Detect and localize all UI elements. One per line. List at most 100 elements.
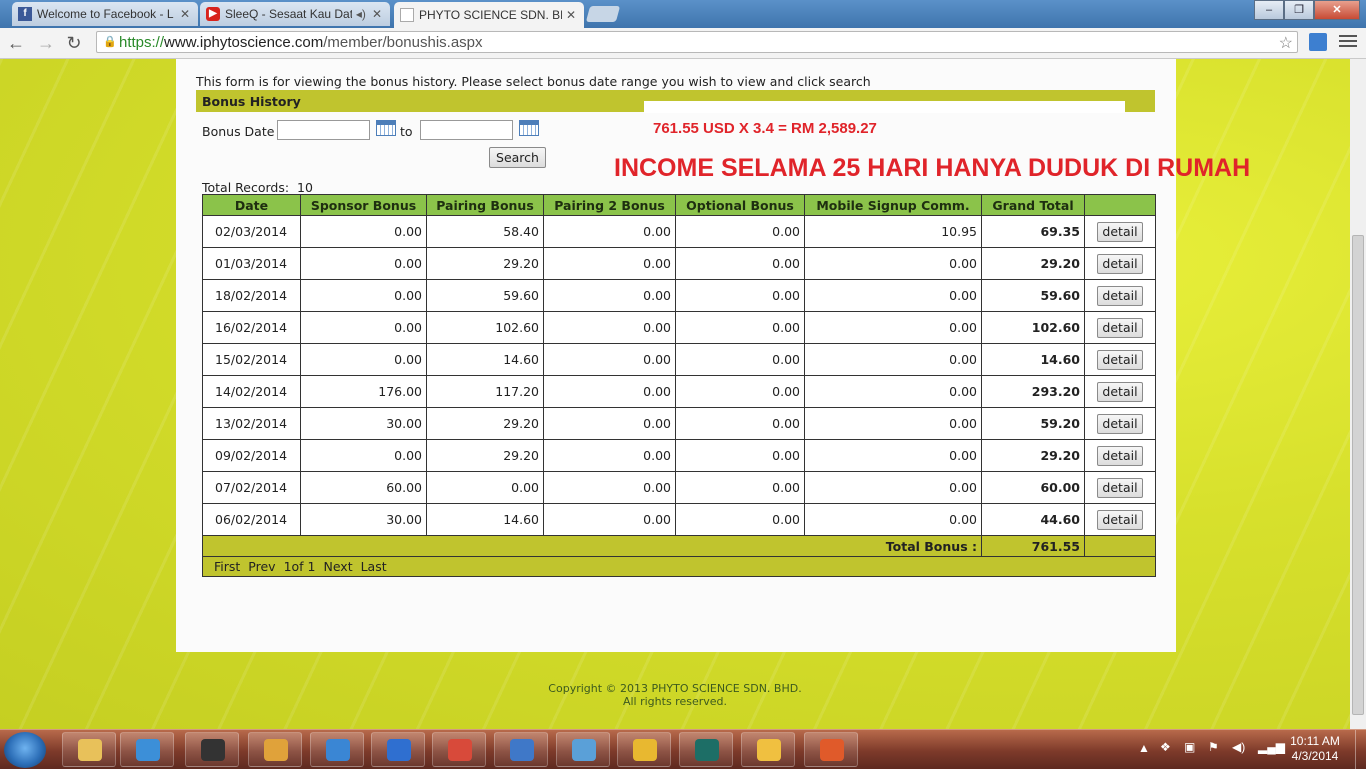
close-icon[interactable]: ✕: [180, 7, 190, 21]
detail-button[interactable]: detail: [1097, 445, 1143, 466]
search-button[interactable]: Search: [489, 147, 546, 168]
menu-icon[interactable]: [1339, 35, 1357, 49]
tab-youtube[interactable]: ▶ SleeQ - Sesaat Kau Dat: ◂) ✕: [200, 2, 390, 26]
clock[interactable]: 10:11 AM 4/3/2014: [1280, 734, 1350, 764]
taskbar-app-window[interactable]: [804, 732, 858, 767]
dropbox-icon[interactable]: ❖: [1160, 740, 1171, 754]
device-icon[interactable]: ▣: [1184, 740, 1195, 754]
cell-optional-bonus: 0.00: [675, 247, 805, 280]
taskbar-app-r-app[interactable]: [679, 732, 733, 767]
lock-icon: 🔒: [103, 36, 117, 48]
pager-first[interactable]: First: [214, 559, 240, 574]
close-window-button[interactable]: ✕: [1314, 0, 1360, 20]
pager-info: 1of 1: [283, 559, 316, 574]
back-button[interactable]: ←: [6, 33, 26, 53]
cell-grand-total: 29.20: [981, 439, 1085, 472]
cell-pairing-2-bonus: 0.00: [543, 407, 676, 440]
column-header: Sponsor Bonus: [300, 194, 427, 216]
date-from-input[interactable]: [277, 120, 370, 140]
cell-date: 16/02/2014: [202, 311, 301, 344]
flag-icon[interactable]: ⚑: [1208, 740, 1219, 754]
internet-explorer-icon: [326, 739, 350, 761]
detail-button[interactable]: detail: [1097, 221, 1143, 242]
total-bonus-value: 761.55: [981, 535, 1085, 557]
taskbar: ▲ ❖ ▣ ⚑ ◀) ▂▄▆ 10:11 AM 4/3/2014: [0, 729, 1366, 769]
tab-facebook[interactable]: f Welcome to Facebook - L ✕: [12, 2, 198, 26]
cell-grand-total: 69.35: [981, 215, 1085, 248]
detail-button[interactable]: detail: [1097, 413, 1143, 434]
cell-optional-bonus: 0.00: [675, 375, 805, 408]
detail-button[interactable]: detail: [1097, 381, 1143, 402]
cell-sponsor-bonus: 0.00: [300, 247, 427, 280]
taskbar-app-chrome[interactable]: [432, 732, 486, 767]
taskbar-app-internet-explorer[interactable]: [310, 732, 364, 767]
bonus-history-table: Date Sponsor Bonus Pairing Bonus Pairing…: [202, 194, 1156, 577]
table-row: 02/03/2014 0.00 58.40 0.00 0.00 10.95 69.35 det…: [202, 215, 1156, 248]
bookmark-star-icon[interactable]: ☆: [1279, 33, 1293, 53]
cell-optional-bonus: 0.00: [675, 439, 805, 472]
page-icon: [400, 8, 414, 22]
cell-pairing-bonus: 29.20: [426, 247, 544, 280]
forward-button[interactable]: →: [36, 33, 56, 53]
messenger-icon: [510, 739, 534, 761]
browser-toolbar: ← → ↻ 🔒 https://www.iphytoscience.com/me…: [0, 28, 1366, 59]
date-to-input[interactable]: [420, 120, 513, 140]
cell-pairing-bonus: 58.40: [426, 215, 544, 248]
calendar-icon[interactable]: [519, 120, 539, 136]
search-app-icon: [387, 739, 411, 761]
detail-button[interactable]: detail: [1097, 285, 1143, 306]
cell-optional-bonus: 0.00: [675, 311, 805, 344]
taskbar-app-search-app[interactable]: [371, 732, 425, 767]
cell-sponsor-bonus: 176.00: [300, 375, 427, 408]
table-row: 07/02/2014 60.00 0.00 0.00 0.00 0.00 60.00 deta…: [202, 471, 1156, 504]
detail-button[interactable]: detail: [1097, 509, 1143, 530]
taskbar-app-hp[interactable]: [185, 732, 239, 767]
detail-button[interactable]: detail: [1097, 253, 1143, 274]
taskbar-app-game[interactable]: [248, 732, 302, 767]
table-row: 15/02/2014 0.00 14.60 0.00 0.00 0.00 14.60 deta…: [202, 343, 1156, 376]
scrollbar-thumb[interactable]: [1352, 235, 1364, 715]
maximize-button[interactable]: ❐: [1284, 0, 1314, 20]
window-icon: [820, 739, 844, 761]
taskbar-app-file-explorer[interactable]: [62, 732, 116, 767]
taskbar-app-media-player[interactable]: [120, 732, 174, 767]
volume-icon[interactable]: ◀): [1232, 740, 1245, 754]
taskbar-app-network[interactable]: [556, 732, 610, 767]
pager-next[interactable]: Next: [323, 559, 352, 574]
cell-optional-bonus: 0.00: [675, 471, 805, 504]
taskbar-app-windows-update[interactable]: [741, 732, 795, 767]
cell-date: 07/02/2014: [202, 471, 301, 504]
calendar-icon[interactable]: [376, 120, 396, 136]
extension-icon[interactable]: [1309, 33, 1327, 51]
vertical-scrollbar[interactable]: [1350, 59, 1366, 729]
detail-button[interactable]: detail: [1097, 349, 1143, 370]
facebook-icon: f: [18, 7, 32, 21]
show-desktop-button[interactable]: [1355, 730, 1366, 769]
tab-title: SleeQ - Sesaat Kau Dat:: [225, 7, 352, 21]
detail-button[interactable]: detail: [1097, 317, 1143, 338]
tab-phyto-science[interactable]: PHYTO SCIENCE SDN. BH ✕: [394, 2, 584, 28]
close-icon[interactable]: ✕: [566, 8, 576, 22]
cell-date: 06/02/2014: [202, 503, 301, 536]
address-bar[interactable]: 🔒 https://www.iphytoscience.com/member/b…: [96, 31, 1298, 53]
cell-pairing-2-bonus: 0.00: [543, 279, 676, 312]
cell-pairing-2-bonus: 0.00: [543, 503, 676, 536]
column-header: Date: [202, 194, 301, 216]
start-button[interactable]: [4, 732, 46, 768]
cell-date: 13/02/2014: [202, 407, 301, 440]
pager-row: First Prev 1of 1 Next Last: [202, 556, 1156, 577]
pager-last[interactable]: Last: [361, 559, 387, 574]
close-icon[interactable]: ✕: [372, 7, 382, 21]
taskbar-app-messenger[interactable]: [494, 732, 548, 767]
new-tab-button[interactable]: [585, 6, 621, 22]
file-explorer-icon: [78, 739, 102, 761]
detail-button[interactable]: detail: [1097, 477, 1143, 498]
pager-prev[interactable]: Prev: [248, 559, 275, 574]
cell-pairing-2-bonus: 0.00: [543, 215, 676, 248]
taskbar-app-app[interactable]: [617, 732, 671, 767]
chrome-icon: [448, 739, 472, 761]
reload-button[interactable]: ↻: [64, 33, 84, 53]
cell-pairing-2-bonus: 0.00: [543, 471, 676, 504]
chevron-up-icon[interactable]: ▲: [1138, 741, 1150, 755]
minimize-button[interactable]: ‒: [1254, 0, 1284, 20]
